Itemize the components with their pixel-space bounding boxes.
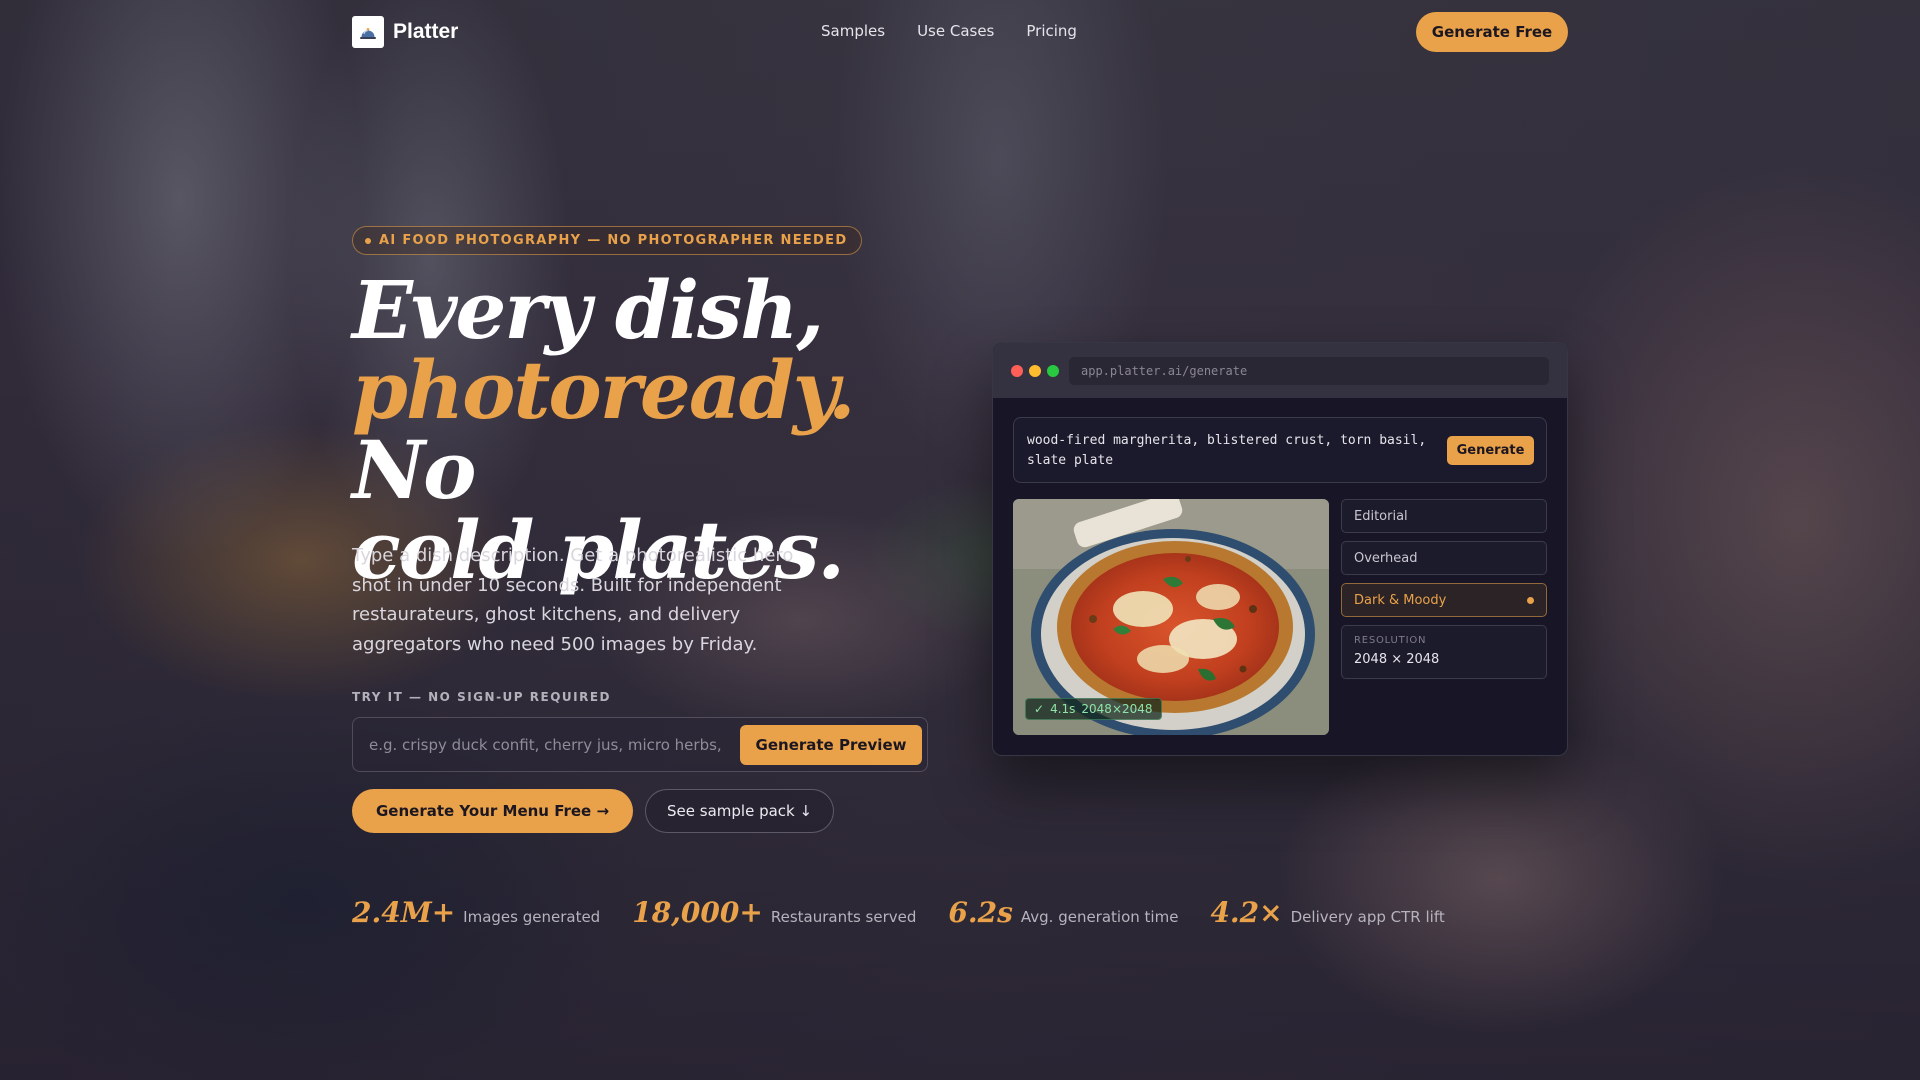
style-options: Editorial Overhead Dark & Moody RESOLUTI… (1341, 499, 1547, 679)
style-option-overhead[interactable]: Overhead (1341, 541, 1547, 575)
resolution-label: RESOLUTION (1354, 635, 1427, 646)
generation-time: 4.1s (1050, 702, 1076, 716)
stat-value: 4.2× (1210, 896, 1283, 929)
selected-dot-icon (1527, 596, 1534, 604)
badge-text: AI FOOD PHOTOGRAPHY — NO PHOTOGRAPHER NE… (379, 233, 848, 248)
stat-item: 4.2× Delivery app CTR lift (1210, 896, 1444, 929)
top-navigation: Platter Samples Use Cases Pricing Genera… (0, 0, 1920, 64)
stat-item: 18,000+ Restaurants served (632, 896, 916, 929)
app-preview-window: app.platter.ai/generate wood-fired margh… (992, 342, 1568, 756)
generated-pizza-image: ✓ 4.1s 2048×2048 (1013, 499, 1329, 735)
generation-meta-chip: ✓ 4.1s 2048×2048 (1025, 698, 1162, 720)
stats-row: 2.4M+ Images generated 18,000+ Restauran… (352, 896, 1445, 929)
stat-value: 18,000+ (632, 896, 763, 929)
badge-dot-icon (365, 237, 371, 244)
window-titlebar: app.platter.ai/generate (993, 343, 1567, 398)
minimize-dot-icon (1029, 364, 1041, 377)
nav-link-samples[interactable]: Samples (821, 22, 885, 40)
prompt-text: wood-fired margherita, blistered crust, … (1027, 433, 1427, 468)
check-icon: ✓ (1034, 702, 1045, 716)
see-sample-pack-button[interactable]: See sample pack ↓ (645, 789, 835, 833)
style-option-dark-moody[interactable]: Dark & Moody (1341, 583, 1547, 617)
close-dot-icon (1011, 364, 1023, 377)
hero-subcopy: Type a dish description. Get a photoreal… (352, 545, 794, 655)
stat-value: 2.4M+ (352, 896, 456, 929)
try-it-form: Generate Preview (352, 717, 928, 772)
resolution-card: RESOLUTION 2048 × 2048 (1341, 625, 1547, 679)
style-option-editorial[interactable]: Editorial (1341, 499, 1547, 533)
generate-menu-free-button[interactable]: Generate Your Menu Free → (352, 789, 634, 833)
prompt-card: wood-fired margherita, blistered crust, … (1013, 417, 1547, 483)
generate-preview-button[interactable]: Generate Preview (740, 725, 922, 765)
style-option-label: Editorial (1354, 508, 1408, 524)
style-option-label: Dark & Moody (1354, 592, 1447, 608)
stat-label: Delivery app CTR lift (1290, 908, 1445, 926)
brand[interactable]: Platter (352, 16, 458, 48)
hero-cta-row: Generate Your Menu Free → See sample pac… (352, 789, 835, 833)
resolution-value: 2048 × 2048 (1354, 652, 1440, 667)
stat-value: 6.2s (948, 896, 1013, 929)
stat-label: Images generated (463, 908, 601, 926)
generate-free-button[interactable]: Generate Free (1416, 12, 1568, 52)
nav-links: Samples Use Cases Pricing (821, 22, 1077, 40)
stat-label: Restaurants served (770, 908, 917, 926)
address-bar: app.platter.ai/generate (1069, 356, 1549, 385)
dish-description-input[interactable] (369, 733, 723, 757)
try-it-label: TRY IT — NO SIGN-UP REQUIRED (352, 690, 612, 704)
hero-badge: AI FOOD PHOTOGRAPHY — NO PHOTOGRAPHER NE… (352, 226, 863, 255)
stat-label: Avg. generation time (1020, 908, 1179, 926)
nav-link-use-cases[interactable]: Use Cases (917, 22, 994, 40)
generation-size: 2048×2048 (1081, 702, 1153, 716)
brand-name: Platter (393, 20, 459, 43)
style-option-label: Overhead (1354, 550, 1418, 566)
cloche-icon (352, 16, 384, 48)
maximize-dot-icon (1047, 364, 1059, 377)
nav-link-pricing[interactable]: Pricing (1026, 22, 1077, 40)
stat-item: 6.2s Avg. generation time (948, 896, 1178, 929)
generate-button[interactable]: Generate (1447, 436, 1534, 465)
stat-item: 2.4M+ Images generated (352, 896, 600, 929)
